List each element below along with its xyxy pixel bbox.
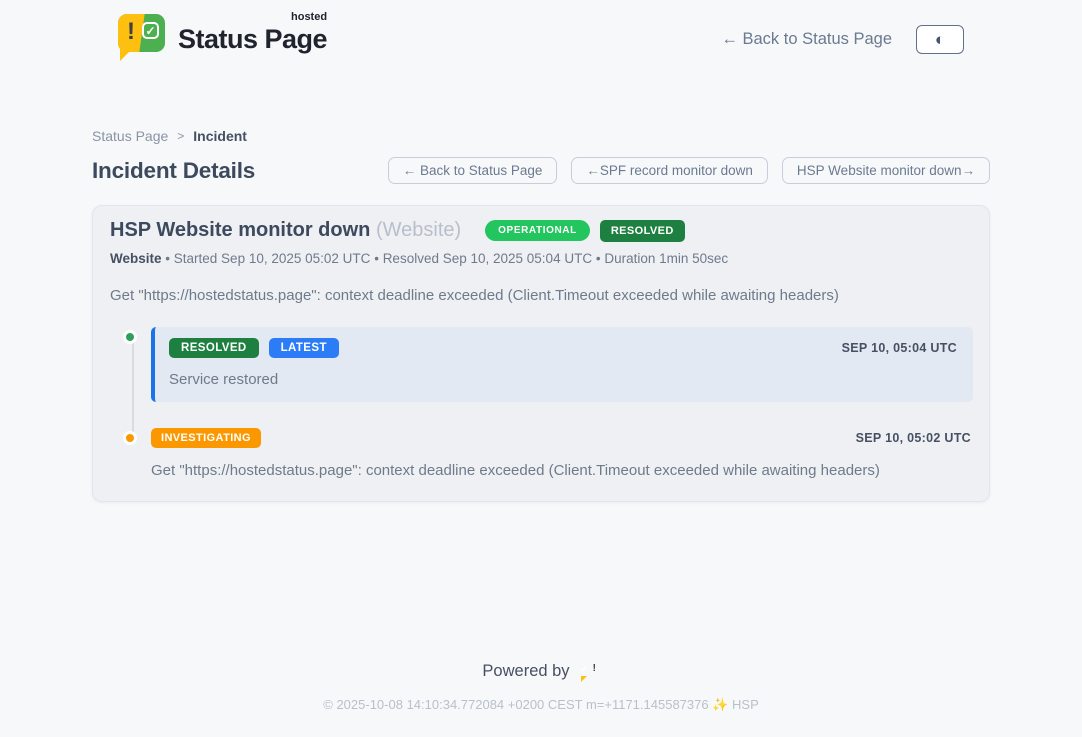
breadcrumb-separator: > [177,129,184,143]
footer: Powered by ! ✓ © 2025-10-08 14:10:34.772… [0,661,1082,737]
incident-card: HSP Website monitor down (Website) OPERA… [92,205,990,502]
resolved-state-badge: RESOLVED [600,220,685,242]
status-page-logo[interactable]: ! ✓ Status Page hosted [118,14,327,64]
breadcrumb: Status Page > Incident [92,128,990,144]
timeline-dot-green [123,330,137,344]
header: ! ✓ Status Page hosted ← Back to Status … [0,0,1082,64]
brand-name: Status Page [178,24,327,54]
timeline-message: Service restored [169,371,957,388]
timeline-timestamp: SEP 10, 05:02 UTC [856,431,971,445]
page-title: Incident Details [92,158,255,184]
copyright-text: © 2025-10-08 14:10:34.772084 +0200 CEST … [0,697,1082,713]
exclamation-icon: ! [124,18,138,46]
incident-timeline: RESOLVED LATEST SEP 10, 05:04 UTC Servic… [110,327,973,479]
incident-nav-buttons: ← Back to Status Page ←SPF record monito… [388,157,990,184]
theme-toggle-button[interactable]: ◐ [916,25,964,54]
meta-service-name: Website [110,251,162,266]
timeline-entry-plain: INVESTIGATING SEP 10, 05:02 UTC Get "htt… [151,428,973,479]
meta-separator: • [374,251,379,266]
footer-logo-icon[interactable]: ! ✓ [580,661,600,681]
timeline-entry-resolved: RESOLVED LATEST SEP 10, 05:04 UTC Servic… [110,327,973,402]
incident-meta: Website • Started Sep 10, 2025 05:02 UTC… [110,251,973,266]
breadcrumb-status-page[interactable]: Status Page [92,128,168,144]
main-content: Status Page > Incident Incident Details … [92,128,990,502]
meta-resolved: Resolved Sep 10, 2025 05:04 UTC [383,251,592,266]
meta-started: Started Sep 10, 2025 05:02 UTC [174,251,371,266]
next-incident-button[interactable]: HSP Website monitor down→ [782,157,990,184]
meta-separator: • [596,251,601,266]
contrast-icon: ◐ [935,31,945,48]
logo-bubble-tail [120,48,133,61]
incident-title: HSP Website monitor down (Website) [110,219,461,242]
timeline-dot-orange [123,431,137,445]
timeline-timestamp: SEP 10, 05:04 UTC [842,341,957,355]
incident-description: Get "https://hostedstatus.page": context… [110,287,973,304]
back-to-status-page-button[interactable]: ← Back to Status Page [388,157,558,184]
incident-component: (Website) [376,219,461,241]
timeline-entry-highlighted-box: RESOLVED LATEST SEP 10, 05:04 UTC Servic… [151,327,973,402]
prev-incident-button[interactable]: ←SPF record monitor down [571,157,768,184]
timeline-resolved-badge: RESOLVED [169,338,259,358]
meta-separator: • [165,251,170,266]
operational-status-badge: OPERATIONAL [485,220,590,241]
powered-by-label: Powered by [482,662,569,681]
brand-hosted-label: hosted [291,11,327,23]
checkmark-icon: ✓ [142,22,159,39]
meta-duration: Duration 1min 50sec [604,251,728,266]
timeline-investigating-badge: INVESTIGATING [151,428,261,448]
header-back-to-status-page-link[interactable]: ← Back to Status Page [721,30,892,49]
timeline-entry-investigating: INVESTIGATING SEP 10, 05:02 UTC Get "htt… [110,428,973,479]
breadcrumb-incident: Incident [193,128,247,144]
timeline-message: Get "https://hostedstatus.page": context… [151,462,971,479]
logo-bubble-icon: ! ✓ [118,14,165,64]
timeline-latest-badge: LATEST [269,338,339,358]
